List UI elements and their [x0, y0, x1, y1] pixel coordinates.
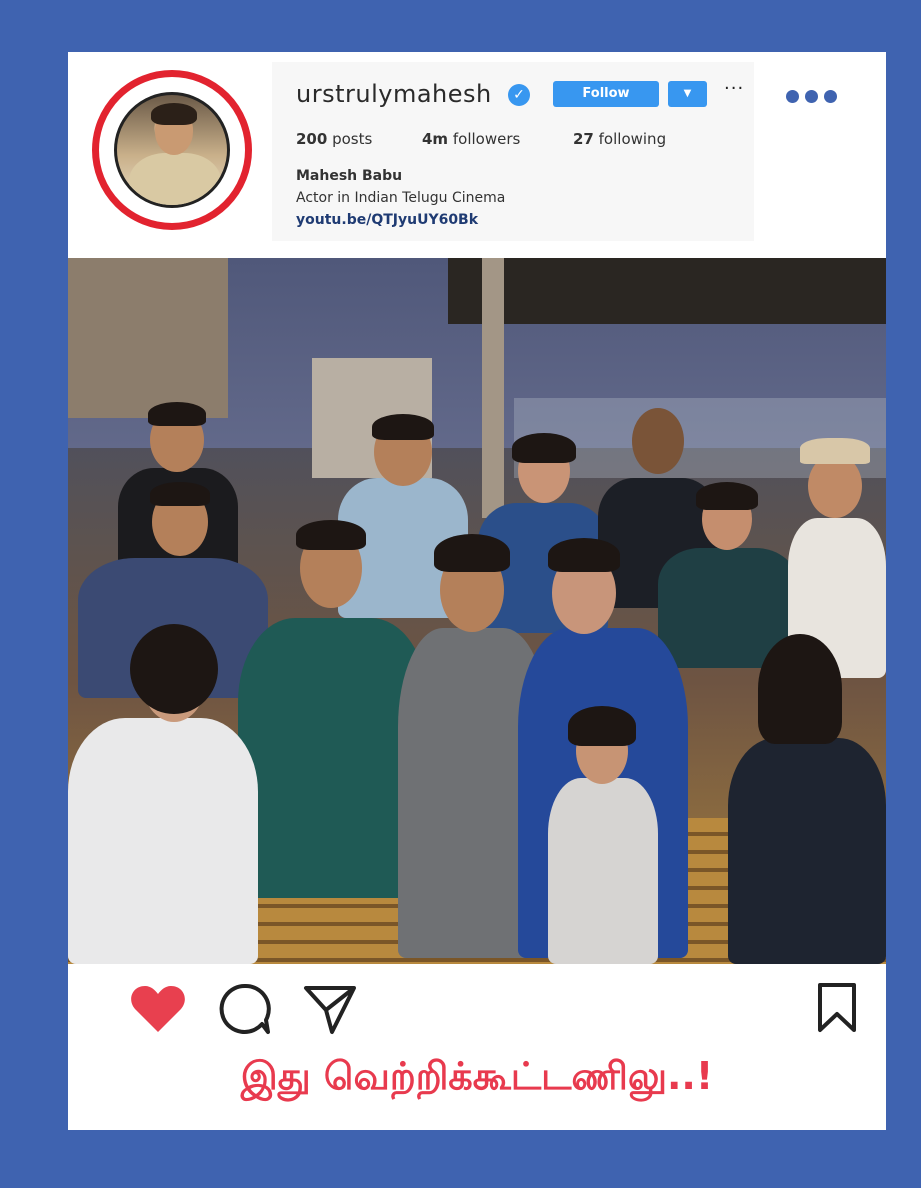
avatar[interactable] — [114, 92, 230, 208]
comment-icon[interactable] — [218, 982, 272, 1036]
posts-count: 200 — [296, 130, 328, 148]
bookmark-icon[interactable] — [816, 982, 858, 1034]
following-label: following — [598, 130, 667, 148]
profile-info: urstrulymahesh ✓ Follow ▼ ··· 200 posts … — [272, 62, 754, 241]
posts-label: posts — [332, 130, 373, 148]
photo-roof — [448, 258, 886, 324]
profile-options-button[interactable]: ··· — [724, 78, 744, 99]
profile-header: urstrulymahesh ✓ Follow ▼ ··· 200 posts … — [68, 52, 886, 257]
following-stat[interactable]: 27 following — [573, 130, 666, 148]
post-caption: இது வெற்றிக்கூட்டணிலு..! — [240, 1054, 714, 1098]
followers-count: 4m — [422, 130, 449, 148]
verified-badge-icon: ✓ — [508, 84, 530, 106]
heart-icon[interactable] — [130, 984, 186, 1034]
followers-label: followers — [452, 130, 521, 148]
post-photo[interactable] — [68, 258, 886, 964]
posts-stat[interactable]: 200 posts — [296, 130, 372, 148]
profile-link[interactable]: youtu.be/QTJyuUY60Bk — [296, 212, 478, 228]
profile-name: Mahesh Babu — [296, 168, 403, 184]
person-figure — [728, 628, 886, 964]
followers-stat[interactable]: 4m followers — [422, 130, 520, 148]
avatar-story-ring[interactable] — [92, 70, 252, 230]
avatar-hair — [151, 103, 197, 125]
instagram-post-card: urstrulymahesh ✓ Follow ▼ ··· 200 posts … — [68, 52, 886, 1130]
photo-wall — [68, 258, 228, 418]
more-dots-icon[interactable] — [786, 90, 837, 103]
follow-dropdown-button[interactable]: ▼ — [668, 81, 707, 107]
chevron-down-icon: ▼ — [683, 88, 692, 99]
follow-button[interactable]: Follow — [553, 81, 659, 107]
post-actions-bar: இது வெற்றிக்கூட்டணிலு..! — [68, 964, 886, 1130]
person-figure — [538, 698, 668, 964]
share-icon[interactable] — [302, 982, 358, 1036]
following-count: 27 — [573, 130, 594, 148]
avatar-jacket — [129, 153, 221, 205]
person-figure — [68, 618, 258, 964]
profile-bio: Actor in Indian Telugu Cinema — [296, 190, 506, 206]
username[interactable]: urstrulymahesh — [296, 80, 492, 108]
